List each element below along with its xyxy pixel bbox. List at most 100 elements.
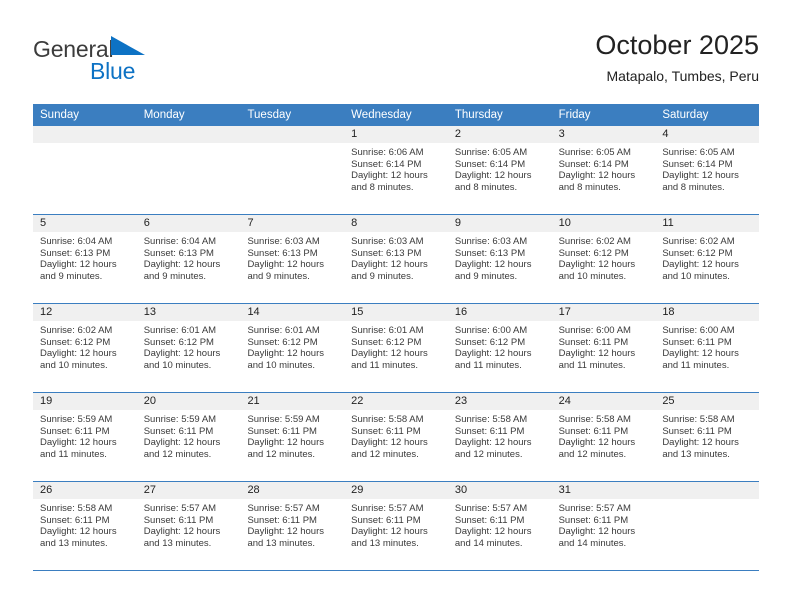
day-detail-line: and 9 minutes. xyxy=(454,270,518,282)
day-detail-line: Sunset: 6:11 PM xyxy=(351,514,421,526)
calendar-day-cell-empty xyxy=(136,126,241,214)
brand-logo[interactable]: General Blue xyxy=(33,36,213,88)
calendar-day-cell[interactable]: 7 Sunrise: 6:03 AM Sunset: 6:13 PM Daylight… xyxy=(240,215,345,303)
day-detail-line: Sunrise: 5:58 AM xyxy=(40,503,113,514)
calendar-table: Sunday Monday Tuesday Wednesday Thursday Frid… xyxy=(33,104,760,571)
day-detail-line: Sunset: 6:11 PM xyxy=(558,336,629,348)
day-details: Sunrise: 6:03 AM Sunset: 6:13 PM Daylight:… xyxy=(448,232,552,282)
calendar-day-cell[interactable]: 30 Sunrise: 5:57 AM Sunset: 6:11 PM Dayligh… xyxy=(447,482,552,570)
calendar-day-cell[interactable]: 27 Sunrise: 5:57 AM Sunset: 6:11 PM Dayligh… xyxy=(136,482,241,570)
calendar-day-cell[interactable]: 24 Sunrise: 5:58 AM Sunset: 6:11 PM Dayligh… xyxy=(551,393,656,481)
day-detail-line: Daylight: 12 hours xyxy=(351,437,428,449)
calendar-day-cell[interactable]: 28 Sunrise: 5:57 AM Sunset: 6:11 PM Dayligh… xyxy=(240,482,345,570)
calendar-day-cell[interactable]: 19 Sunrise: 5:59 AM Sunset: 6:11 PM Dayligh… xyxy=(33,393,137,481)
calendar-day-cell[interactable]: 21 Sunrise: 5:59 AM Sunset: 6:11 PM Dayligh… xyxy=(240,393,345,481)
day-number: 22 xyxy=(344,393,448,410)
calendar-day-cell[interactable]: 12 Sunrise: 6:02 AM Sunset: 6:12 PM Dayligh… xyxy=(33,304,137,392)
day-details: Sunrise: 6:05 AM Sunset: 6:14 PM Daylight:… xyxy=(552,143,656,193)
calendar-day-cell[interactable]: 6 Sunrise: 6:04 AM Sunset: 6:13 PM Daylight… xyxy=(136,215,241,303)
day-number: 4 xyxy=(655,126,760,143)
day-detail-line: Daylight: 12 hours xyxy=(662,259,739,271)
calendar-day-cell[interactable]: 20 Sunrise: 5:59 AM Sunset: 6:11 PM Dayligh… xyxy=(136,393,241,481)
calendar-day-cell[interactable]: 22 Sunrise: 5:58 AM Sunset: 6:11 PM Dayligh… xyxy=(344,393,448,481)
calendar-day-cell[interactable]: 25 Sunrise: 5:58 AM Sunset: 6:11 PM Dayligh… xyxy=(655,393,760,481)
day-details: Sunrise: 6:00 AM Sunset: 6:11 PM Daylight:… xyxy=(552,321,656,371)
calendar-day-cell[interactable]: 9 Sunrise: 6:03 AM Sunset: 6:13 PM Daylight… xyxy=(447,215,552,303)
day-detail-line: Sunset: 6:11 PM xyxy=(454,425,525,437)
day-detail-line: Sunset: 6:14 PM xyxy=(662,158,733,170)
weekday-header-tuesday: Tuesday xyxy=(247,109,292,121)
day-detail-line: Sunrise: 6:01 AM xyxy=(247,325,320,336)
day-detail-line: and 10 minutes. xyxy=(247,359,316,371)
day-detail-line: and 8 minutes. xyxy=(662,181,725,193)
day-detail-line: and 11 minutes. xyxy=(351,359,419,371)
calendar-day-cell[interactable]: 17 Sunrise: 6:00 AM Sunset: 6:11 PM Dayligh… xyxy=(551,304,656,392)
calendar-day-cell[interactable]: 14 Sunrise: 6:01 AM Sunset: 6:12 PM Dayligh… xyxy=(240,304,345,392)
day-detail-line: Sunrise: 6:02 AM xyxy=(662,236,735,247)
day-detail-line: Sunset: 6:13 PM xyxy=(454,247,526,259)
day-detail-line: Sunset: 6:11 PM xyxy=(351,425,421,437)
day-detail-line: and 8 minutes. xyxy=(351,181,414,193)
day-detail-line: Sunset: 6:12 PM xyxy=(40,336,111,348)
day-number: 5 xyxy=(33,215,137,232)
calendar-day-cell[interactable]: 4 Sunrise: 6:05 AM Sunset: 6:14 PM Daylight… xyxy=(655,126,760,214)
day-detail-line: and 10 minutes. xyxy=(558,270,627,282)
day-detail-line: and 14 minutes. xyxy=(558,537,627,549)
weekday-header-friday: Friday xyxy=(558,109,591,121)
calendar-day-cell[interactable]: 1 Sunrise: 6:06 AM Sunset: 6:14 PM Daylight… xyxy=(344,126,448,214)
calendar-day-cell[interactable]: 16 Sunrise: 6:00 AM Sunset: 6:12 PM Dayligh… xyxy=(447,304,552,392)
day-detail-line: Daylight: 12 hours xyxy=(454,348,532,360)
day-detail-line: Sunrise: 6:05 AM xyxy=(454,147,528,158)
calendar-week-row: 12 Sunrise: 6:02 AM Sunset: 6:12 PM Dayligh… xyxy=(33,304,760,393)
day-number: 19 xyxy=(33,393,137,410)
day-detail-line: Sunset: 6:14 PM xyxy=(558,158,629,170)
day-detail-line: and 13 minutes. xyxy=(351,537,419,549)
day-detail-line: Sunrise: 5:57 AM xyxy=(351,503,424,514)
day-details: Sunrise: 5:58 AM Sunset: 6:11 PM Daylight:… xyxy=(448,410,552,460)
day-number: 17 xyxy=(551,304,656,321)
day-detail-line: Sunrise: 6:05 AM xyxy=(662,147,735,158)
weekday-header-saturday: Saturday xyxy=(662,109,709,121)
calendar-day-cell[interactable]: 3 Sunrise: 6:05 AM Sunset: 6:14 PM Daylight… xyxy=(551,126,656,214)
day-number: 30 xyxy=(447,482,552,499)
calendar-week-row: 26 Sunrise: 5:58 AM Sunset: 6:11 PM Dayligh… xyxy=(33,482,760,571)
day-detail-line: Daylight: 12 hours xyxy=(662,437,739,449)
calendar-day-cell[interactable]: 5 Sunrise: 6:04 AM Sunset: 6:13 PM Daylight… xyxy=(33,215,137,303)
day-detail-line: Sunrise: 5:59 AM xyxy=(247,414,320,425)
calendar-day-cell[interactable]: 13 Sunrise: 6:01 AM Sunset: 6:12 PM Dayligh… xyxy=(136,304,241,392)
calendar-day-cell[interactable]: 26 Sunrise: 5:58 AM Sunset: 6:11 PM Dayligh… xyxy=(33,482,137,570)
day-details: Sunrise: 6:03 AM Sunset: 6:13 PM Daylight:… xyxy=(344,232,448,282)
weekday-header-wednesday: Wednesday xyxy=(351,109,412,121)
day-detail-line: Sunset: 6:13 PM xyxy=(247,247,318,259)
calendar-day-cell[interactable]: 15 Sunrise: 6:01 AM Sunset: 6:12 PM Dayligh… xyxy=(344,304,448,392)
day-detail-line: Sunset: 6:13 PM xyxy=(143,247,214,259)
calendar-day-cell[interactable]: 11 Sunrise: 6:02 AM Sunset: 6:12 PM Dayligh… xyxy=(655,215,760,303)
calendar-day-cell[interactable]: 31 Sunrise: 5:57 AM Sunset: 6:11 PM Dayligh… xyxy=(551,482,656,570)
day-detail-line: and 10 minutes. xyxy=(143,359,212,371)
day-details: Sunrise: 6:02 AM Sunset: 6:12 PM Daylight:… xyxy=(552,232,656,282)
calendar-day-cell[interactable]: 10 Sunrise: 6:02 AM Sunset: 6:12 PM Dayligh… xyxy=(551,215,656,303)
day-number xyxy=(655,482,760,499)
day-number: 24 xyxy=(551,393,656,410)
day-detail-line: and 8 minutes. xyxy=(454,181,518,193)
day-number: 14 xyxy=(240,304,345,321)
day-details: Sunrise: 6:02 AM Sunset: 6:12 PM Daylight:… xyxy=(33,321,137,371)
day-detail-line: Daylight: 12 hours xyxy=(454,437,532,449)
calendar-day-cell[interactable]: 8 Sunrise: 6:03 AM Sunset: 6:13 PM Daylight… xyxy=(344,215,448,303)
calendar-day-cell[interactable]: 29 Sunrise: 5:57 AM Sunset: 6:11 PM Dayligh… xyxy=(344,482,448,570)
day-detail-line: Sunrise: 6:04 AM xyxy=(143,236,217,247)
title-block: October 2025 Matapalo, Tumbes, Peru xyxy=(595,28,759,86)
calendar-day-cell[interactable]: 23 Sunrise: 5:58 AM Sunset: 6:11 PM Dayligh… xyxy=(447,393,552,481)
day-details xyxy=(137,143,241,147)
day-details: Sunrise: 5:57 AM Sunset: 6:11 PM Daylight:… xyxy=(240,499,344,549)
calendar-day-cell[interactable]: 18 Sunrise: 6:00 AM Sunset: 6:11 PM Dayligh… xyxy=(655,304,760,392)
day-details: Sunrise: 5:57 AM Sunset: 6:11 PM Daylight:… xyxy=(137,499,241,549)
day-detail-line: and 13 minutes. xyxy=(662,448,730,460)
day-number: 7 xyxy=(240,215,345,232)
day-detail-line: and 11 minutes. xyxy=(40,448,107,460)
day-number: 6 xyxy=(136,215,241,232)
day-detail-line: Sunrise: 6:03 AM xyxy=(247,236,320,247)
day-details: Sunrise: 6:00 AM Sunset: 6:11 PM Daylight:… xyxy=(655,321,759,371)
day-detail-line: Sunset: 6:13 PM xyxy=(351,247,422,259)
calendar-day-cell[interactable]: 2 Sunrise: 6:05 AM Sunset: 6:14 PM Daylight… xyxy=(447,126,552,214)
